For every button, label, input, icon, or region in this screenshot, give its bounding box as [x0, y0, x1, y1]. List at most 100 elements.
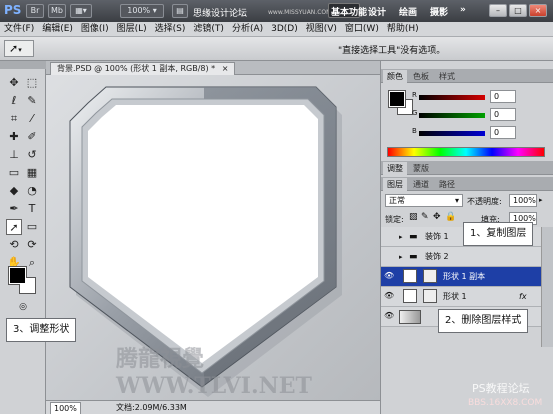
blend-mode-select[interactable]: 正常 ▾ [385, 194, 463, 207]
layer-name: 形状 1 副本 [443, 272, 486, 281]
dodge-tool-icon[interactable]: ◔ [24, 183, 40, 199]
eraser-tool-icon[interactable]: ▭ [6, 165, 22, 181]
shape-tool-icon[interactable]: ▭ [24, 219, 40, 235]
group-expand-icon[interactable]: ▸ [399, 247, 403, 267]
menu-analysis[interactable]: 分析(A) [228, 22, 267, 36]
brush-tool-icon[interactable]: ✐ [24, 129, 40, 145]
status-doc-info[interactable]: 文档:2.09M/6.33M [116, 402, 187, 414]
ps-logo: PS [4, 3, 22, 17]
tab-masks[interactable]: 蒙版 [409, 162, 433, 175]
history-brush-tool-icon[interactable]: ↺ [24, 147, 40, 163]
tools-panel-header[interactable] [0, 61, 46, 69]
3d-orbit-tool-icon[interactable]: ⟳ [24, 237, 40, 253]
menu-window[interactable]: 窗口(W) [341, 22, 383, 36]
quick-mask-icon[interactable]: ◎ [15, 299, 31, 315]
menu-view[interactable]: 视图(V) [302, 22, 341, 36]
lock-transparent-icon[interactable]: ▨ [409, 212, 418, 222]
color-panel-tabs: 颜色 色板 样式 [381, 69, 553, 83]
options-bar: ➚▾ "直接选择工具"没有选项。 [0, 37, 553, 61]
move-tool-icon[interactable]: ✥ [6, 75, 22, 91]
channel-r-slider[interactable] [419, 95, 485, 100]
maximize-button[interactable]: □ [509, 4, 527, 17]
marquee-tool-icon[interactable]: ⬚ [24, 75, 40, 91]
lock-all-icon[interactable]: 🔒 [445, 212, 456, 222]
crop-tool-icon[interactable]: ⌗ [6, 111, 22, 127]
tab-styles[interactable]: 样式 [435, 70, 459, 83]
zoom-tool-icon[interactable]: ⌕ [24, 255, 40, 271]
tab-paths[interactable]: 路径 [435, 178, 459, 191]
vector-mask-thumbnail[interactable] [423, 269, 437, 283]
color-spectrum-ramp[interactable] [387, 147, 545, 157]
layer-thumbnail [399, 310, 421, 324]
document-tab-close-icon[interactable]: × [222, 64, 229, 73]
fx-icon[interactable]: fx [519, 287, 527, 307]
arrange-documents-button[interactable]: ▤ [172, 4, 188, 18]
stamp-tool-icon[interactable]: ⊥ [6, 147, 22, 163]
menu-edit[interactable]: 编辑(E) [38, 22, 77, 36]
gradient-tool-icon[interactable]: ▦ [24, 165, 40, 181]
layer-row-shape-copy[interactable]: 👁 形状 1 副本 [381, 267, 541, 287]
tab-color[interactable]: 颜色 [383, 70, 407, 83]
vector-mask-thumbnail[interactable] [423, 289, 437, 303]
eyedropper-tool-icon[interactable]: ⁄ [24, 111, 40, 127]
channel-b-input[interactable]: 0 [490, 126, 516, 139]
more-workspaces-icon[interactable]: » [460, 5, 466, 15]
adjustments-panel-tabs: 调整 蒙版 [381, 161, 553, 175]
layer-thumbnail [403, 289, 417, 303]
menu-image[interactable]: 图像(I) [77, 22, 113, 36]
view-extras-button[interactable]: ▦▾ [70, 4, 92, 18]
opacity-label: 不透明度: [467, 197, 502, 206]
bridge-button[interactable]: Br [26, 4, 44, 18]
menu-file[interactable]: 文件(F) [0, 22, 38, 36]
eye-icon[interactable]: 👁 [384, 291, 394, 301]
lock-image-icon[interactable]: ✎ [421, 212, 429, 222]
blur-tool-icon[interactable]: ◆ [6, 183, 22, 199]
channel-g-slider[interactable] [419, 113, 485, 118]
3d-rotate-tool-icon[interactable]: ⟲ [6, 237, 22, 253]
menu-3d[interactable]: 3D(D) [267, 22, 302, 36]
pen-tool-icon[interactable]: ✒ [6, 201, 22, 217]
direct-selection-tool-icon[interactable]: ➚ [6, 219, 22, 235]
callout-adjust-shape: 3、调整形状 [6, 318, 77, 342]
layers-scrollbar[interactable] [541, 227, 553, 347]
channel-g-label: G [412, 109, 418, 117]
document-tab[interactable]: 背景.PSD @ 100% (形状 1 副本, RGB/8) * × [50, 62, 236, 75]
type-tool-icon[interactable]: T [24, 201, 40, 217]
status-zoom-value[interactable]: 100% [50, 402, 81, 414]
tab-adjustments[interactable]: 调整 [383, 162, 407, 175]
tab-channels[interactable]: 通道 [409, 178, 433, 191]
healing-tool-icon[interactable]: ✚ [6, 129, 22, 145]
minimize-button[interactable]: – [489, 4, 507, 17]
quick-select-tool-icon[interactable]: ✎ [24, 93, 40, 109]
group-expand-icon[interactable]: ▸ [399, 227, 403, 247]
lock-position-icon[interactable]: ✥ [433, 212, 441, 222]
layer-row-decor-2[interactable]: ▸ ▬ 装饰 2 [381, 247, 541, 267]
color-fg-swatch[interactable] [388, 90, 406, 108]
tab-swatches[interactable]: 色板 [409, 70, 433, 83]
tab-layers[interactable]: 图层 [383, 178, 407, 191]
foreground-color-swatch-top[interactable] [9, 267, 26, 284]
close-button[interactable]: × [529, 4, 547, 17]
tool-preset-picker[interactable]: ➚▾ [4, 40, 34, 57]
visibility-toggle[interactable] [384, 231, 394, 241]
eye-icon[interactable]: 👁 [384, 271, 394, 281]
document-canvas[interactable]: 腾龍視覺WWW.TLVI.NET [46, 75, 380, 401]
menu-filter[interactable]: 滤镜(T) [189, 22, 228, 36]
opacity-arrow-icon[interactable]: ▸ [539, 196, 543, 204]
visibility-toggle[interactable] [384, 251, 394, 261]
channel-g-input[interactable]: 0 [490, 108, 516, 121]
menu-select[interactable]: 选择(S) [151, 22, 190, 36]
opacity-input[interactable]: 100% [509, 194, 537, 207]
channel-b-slider[interactable] [419, 131, 485, 136]
eye-icon[interactable]: 👁 [384, 311, 394, 321]
workspace-design[interactable]: 设计 [368, 5, 386, 18]
layer-row-shape-1[interactable]: 👁 形状 1 fx [381, 287, 541, 307]
workspace-painting[interactable]: 绘画 [399, 5, 417, 18]
menu-help[interactable]: 帮助(H) [383, 22, 423, 36]
channel-r-input[interactable]: 0 [490, 90, 516, 103]
lasso-tool-icon[interactable]: ℓ [6, 93, 22, 109]
workspace-photography[interactable]: 摄影 [430, 5, 448, 18]
minibridge-button[interactable]: Mb [48, 4, 66, 18]
zoom-level-dropdown[interactable]: 100% ▾ [120, 4, 164, 18]
menu-layer[interactable]: 图层(L) [113, 22, 151, 36]
